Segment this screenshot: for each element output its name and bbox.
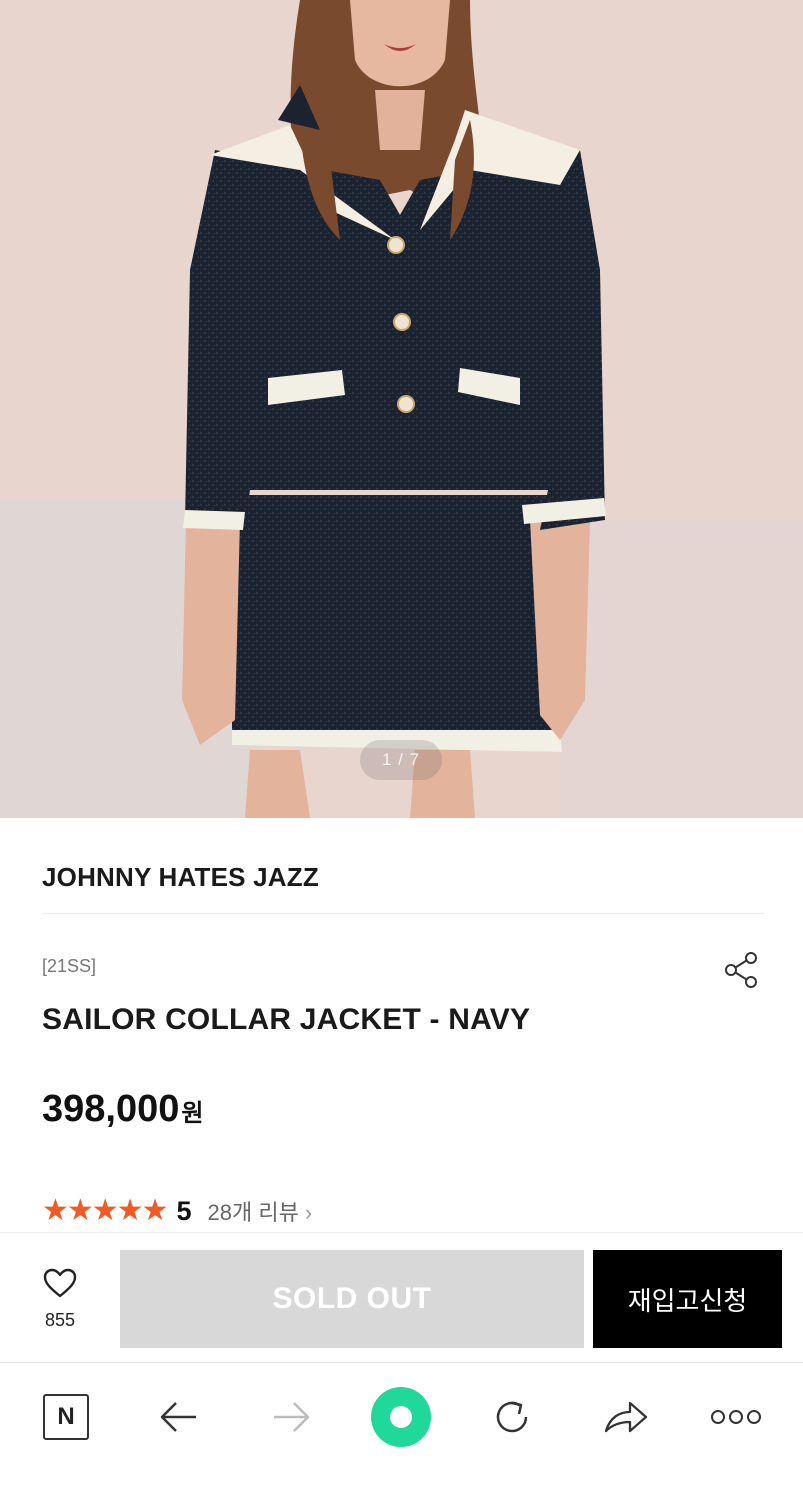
image-counter: 1 / 7	[360, 740, 442, 780]
like-button[interactable]: 855	[30, 1263, 90, 1343]
home-button[interactable]: N	[40, 1391, 92, 1443]
refresh-button[interactable]	[486, 1391, 538, 1443]
brand-name[interactable]: JOHNNY HATES JAZZ	[42, 862, 319, 893]
soldout-button[interactable]: SOLD OUT	[120, 1250, 584, 1348]
more-icon	[711, 1410, 761, 1424]
product-image[interactable]: 1 / 7	[0, 0, 803, 818]
forward-button[interactable]	[266, 1391, 318, 1443]
share-icon	[725, 952, 757, 988]
green-dot-button[interactable]	[366, 1385, 436, 1449]
rating-row[interactable]: ★★★★★ 5 28개 리뷰 ›	[42, 1194, 312, 1228]
star-rating-icon: ★★★★★	[42, 1194, 168, 1227]
product-photo-illustration	[0, 0, 803, 818]
share-button[interactable]	[722, 950, 762, 990]
chevron-right-icon: ›	[304, 1200, 313, 1225]
green-dot-icon	[371, 1387, 431, 1447]
review-count: 28개 리뷰	[207, 1200, 299, 1225]
heart-icon	[43, 1268, 77, 1298]
product-title: SAILOR COLLAR JACKET - NAVY	[42, 1003, 531, 1036]
price-value: 398,000	[42, 1088, 180, 1130]
back-button[interactable]	[152, 1391, 204, 1443]
browser-toolbar: N	[0, 1362, 803, 1500]
like-count: 855	[44, 1310, 76, 1330]
naver-home-icon: N	[43, 1394, 89, 1440]
refresh-icon	[496, 1401, 528, 1433]
forward-arrow-icon	[274, 1402, 310, 1432]
review-link[interactable]: 28개 리뷰 ›	[208, 1195, 313, 1227]
share-page-button[interactable]	[600, 1391, 652, 1443]
more-button[interactable]	[708, 1391, 764, 1443]
divider	[42, 913, 764, 914]
product-price: 398,000원	[42, 1088, 203, 1131]
back-arrow-icon	[160, 1402, 196, 1432]
purchase-action-bar: 855 SOLD OUT 재입고신청	[0, 1232, 803, 1362]
share-arrow-icon	[604, 1401, 648, 1433]
rating-score: 5	[176, 1195, 192, 1226]
season-tag: [21SS]	[42, 956, 97, 976]
currency-unit: 원	[181, 1100, 204, 1127]
restock-request-button[interactable]: 재입고신청	[593, 1250, 782, 1348]
